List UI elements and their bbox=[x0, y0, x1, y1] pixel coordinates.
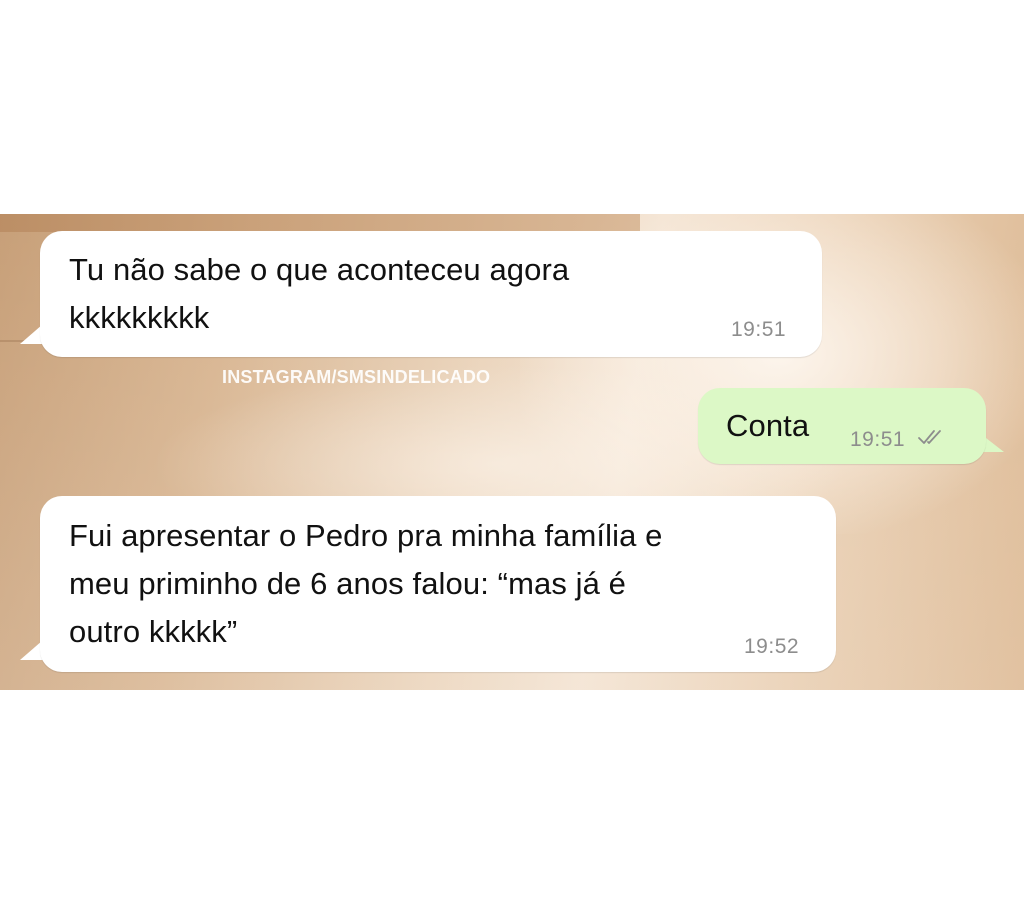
message-line: Tu não sabe o que aconteceu agora bbox=[69, 252, 570, 287]
message-text: Fui apresentar o Pedro pra minha família… bbox=[69, 512, 809, 656]
message-timestamp: 19:51 bbox=[731, 318, 787, 341]
screenshot-page: Tu não sabe o que aconteceu agora kkkkkk… bbox=[0, 0, 1024, 900]
background-wall bbox=[0, 214, 640, 232]
message-line: Conta bbox=[726, 408, 810, 443]
message-line: outro kkkkk” bbox=[69, 614, 238, 649]
message-line: meu priminho de 6 anos falou: “mas já é bbox=[69, 566, 627, 601]
watermark-text: INSTAGRAM/SMSINDELICADO bbox=[222, 367, 491, 387]
message-bubble-incoming[interactable]: Tu não sabe o que aconteceu agora kkkkkk… bbox=[40, 231, 822, 357]
double-check-icon bbox=[917, 428, 947, 452]
message-line: Fui apresentar o Pedro pra minha família… bbox=[69, 518, 663, 553]
message-bubble-outgoing[interactable]: Conta 19:51 bbox=[698, 388, 986, 464]
message-line: kkkkkkkkk bbox=[69, 300, 210, 335]
message-bubble-incoming[interactable]: Fui apresentar o Pedro pra minha família… bbox=[40, 496, 836, 672]
message-timestamp: 19:52 bbox=[744, 635, 800, 658]
message-time: 19:51 bbox=[850, 428, 906, 451]
message-text: Tu não sabe o que aconteceu agora kkkkkk… bbox=[69, 246, 769, 342]
message-text: Conta bbox=[726, 402, 809, 450]
message-timestamp: 19:51 bbox=[850, 428, 947, 452]
